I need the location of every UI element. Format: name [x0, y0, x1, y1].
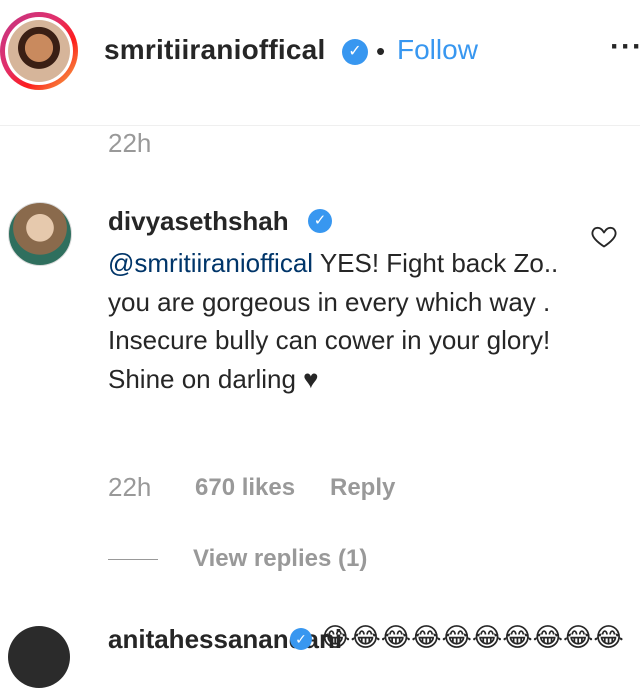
commenter-verified-badge-icon: ✓	[308, 209, 332, 233]
reply-button[interactable]: Reply	[330, 474, 395, 502]
more-options-icon[interactable]: ···	[610, 30, 640, 64]
view-replies-button[interactable]: View replies (1)	[193, 545, 367, 573]
header-separator: •	[376, 36, 386, 66]
follow-button[interactable]: Follow	[397, 34, 478, 66]
post-header: smritiiranioffical ✓ • Follow ···	[0, 0, 640, 126]
next-comment-text: 😂😂😂😂😂😂😂😂😂😂	[320, 622, 624, 652]
verified-badge-icon: ✓	[342, 39, 368, 65]
previous-comment-time[interactable]: 22h	[108, 128, 151, 159]
owner-username[interactable]: smritiiranioffical	[104, 34, 325, 66]
commenter-avatar[interactable]	[8, 202, 72, 266]
owner-avatar[interactable]	[0, 12, 78, 90]
owner-avatar-image	[8, 20, 70, 82]
comment-time[interactable]: 22h	[108, 472, 151, 503]
like-heart-icon[interactable]	[590, 222, 618, 250]
replies-divider	[108, 559, 158, 560]
next-commenter-verified-badge-icon: ✓	[290, 628, 312, 650]
comment-mention-link[interactable]: @smritiiranioffical	[108, 248, 313, 278]
next-commenter-avatar[interactable]	[8, 626, 70, 688]
comment-likes[interactable]: 670 likes	[195, 474, 295, 502]
commenter-username[interactable]: divyasethshah	[108, 206, 289, 237]
avatar-ring-inner	[5, 17, 73, 85]
comment-body: @smritiiranioffical YES! Fight back Zo..…	[108, 244, 578, 398]
